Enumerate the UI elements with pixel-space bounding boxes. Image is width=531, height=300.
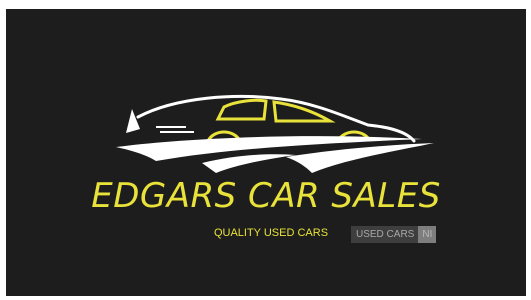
badge-used-cars-label: USED CARS [351, 226, 419, 243]
used-cars-badge[interactable]: USED CARS NI [351, 226, 437, 243]
page-frame: EDGARS CAR SALES QUALITY USED CARS USED … [0, 0, 531, 300]
car-sweep-line [202, 154, 296, 173]
car-silhouette-icon [116, 94, 434, 173]
brand-tagline: QUALITY USED CARS [213, 227, 329, 239]
car-sweep-line [286, 143, 434, 173]
brand-title: EDGARS CAR SALES [91, 176, 441, 216]
badge-region-label: NI [418, 226, 437, 243]
car-window-rear [215, 98, 268, 121]
car-spoiler [126, 109, 140, 133]
car-window-front [272, 100, 336, 123]
